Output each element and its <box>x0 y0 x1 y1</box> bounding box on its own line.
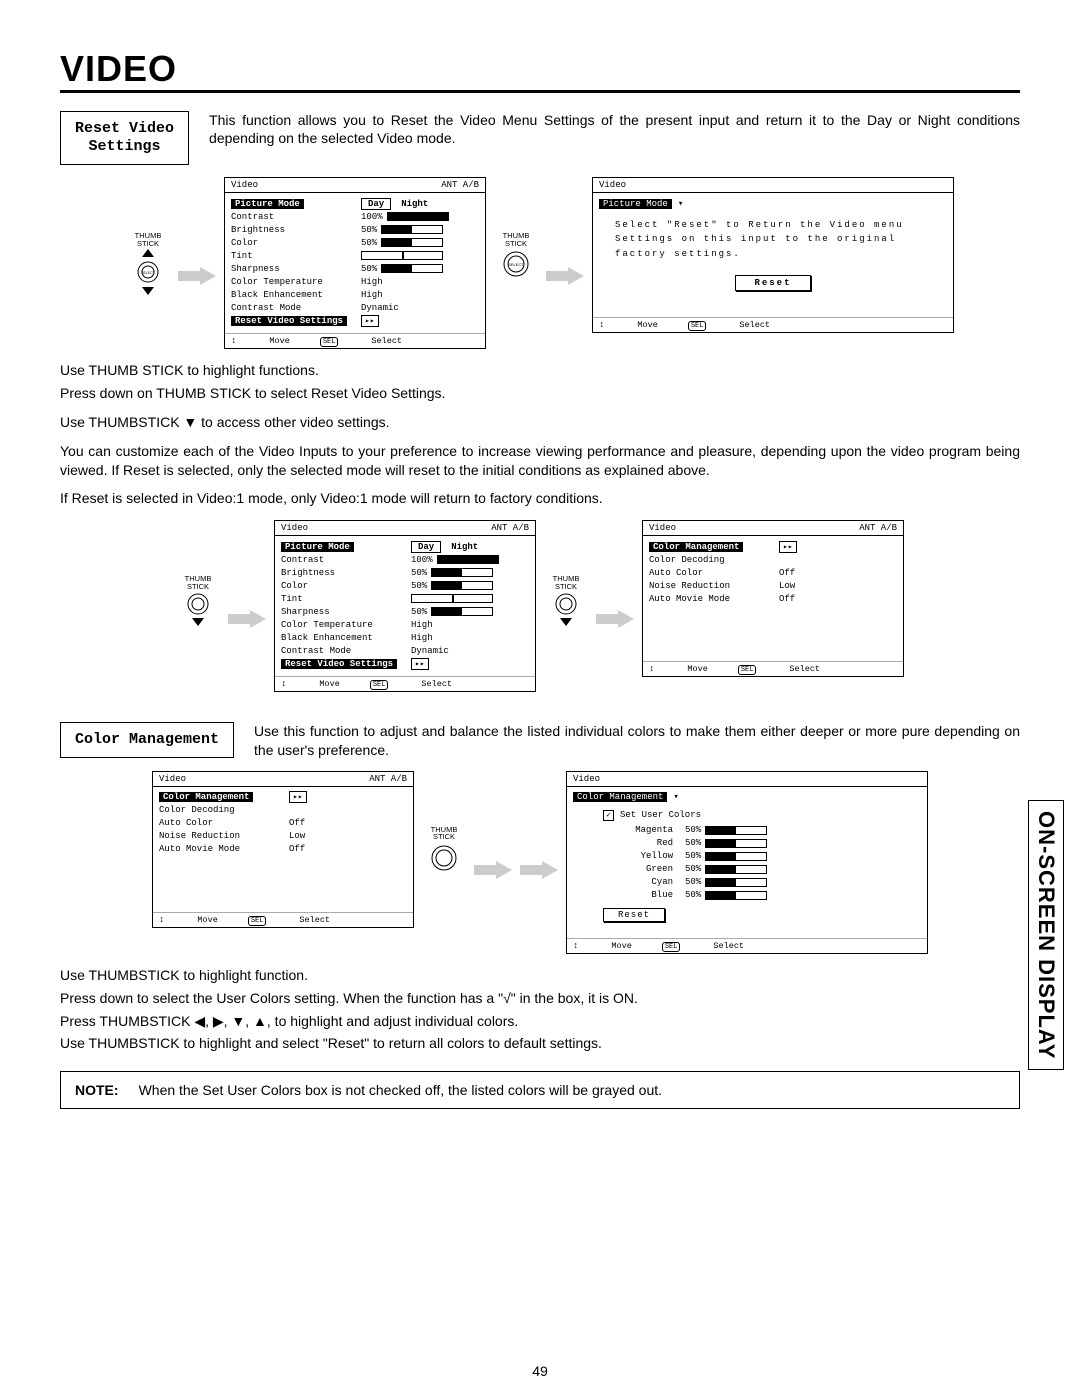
osd-user-colors: Video Color Management▾ ✓Set User Colors… <box>566 771 928 954</box>
instruction-text: Use THUMBSTICK to highlight function. <box>60 966 1020 985</box>
reset-video-settings-tab: Reset Video Settings <box>60 111 189 165</box>
osd-color-menu-1: VideoANT A/BColor Management▸▸Color Deco… <box>642 520 904 677</box>
reset-button[interactable]: Reset <box>735 275 810 291</box>
osd-reset-confirm: Video Picture Mode▾ Select "Reset" to Re… <box>592 177 954 333</box>
diagram-row-1: THUMB STICK SELECT VideoANT A/BPicture M… <box>60 177 1020 349</box>
svg-text:SELECT: SELECT <box>508 262 524 267</box>
page-title: VIDEO <box>60 48 1020 93</box>
thumbstick-down-icon: THUMB STICK <box>544 575 588 626</box>
thumbstick-select-icon: THUMB STICK SELECT <box>494 232 538 279</box>
thumbstick-icon: THUMB STICK SELECT <box>126 232 170 295</box>
diagram-row-2: THUMB STICK VideoANT A/BPicture ModeDayN… <box>60 520 1020 692</box>
instruction-text: You can customize each of the Video Inpu… <box>60 442 1020 480</box>
osd-video-menu-2: VideoANT A/BPicture ModeDayNightContrast… <box>274 520 536 692</box>
osd-video-menu-1: VideoANT A/BPicture ModeDayNightContrast… <box>224 177 486 349</box>
color-management-tab: Color Management <box>60 722 234 758</box>
instruction-text: Use THUMB STICK to highlight functions. <box>60 361 1020 380</box>
diagram-row-3: VideoANT A/BColor Management▸▸Color Deco… <box>60 771 1020 954</box>
instruction-text: Press down to select the User Colors set… <box>60 989 1020 1008</box>
side-tab-label: ON-SCREEN DISPLAY <box>1028 800 1064 1070</box>
reset-video-intro: This function allows you to Reset the Vi… <box>209 111 1020 147</box>
instruction-text: If Reset is selected in Video:1 mode, on… <box>60 489 1020 508</box>
set-user-colors-checkbox[interactable]: ✓ <box>603 810 614 821</box>
color-management-intro: Use this function to adjust and balance … <box>254 722 1020 758</box>
svg-text:SELECT: SELECT <box>141 271 155 275</box>
instruction-text: Press THUMBSTICK ◀, ▶, ▼, ▲, to highligh… <box>60 1012 1020 1031</box>
instruction-text: Press down on THUMB STICK to select Rese… <box>60 384 1020 403</box>
note-box: NOTE: When the Set User Colors box is no… <box>60 1071 1020 1109</box>
instruction-text: Use THUMBSTICK ▼ to access other video s… <box>60 413 1020 432</box>
instruction-text: Use THUMBSTICK to highlight and select "… <box>60 1034 1020 1053</box>
page-number: 49 <box>0 1363 1080 1379</box>
reset-colors-button[interactable]: Reset <box>603 908 665 922</box>
thumbstick-down-icon: THUMB STICK <box>176 575 220 626</box>
thumbstick-select-icon: THUMB STICK <box>422 826 466 873</box>
osd-color-menu-2: VideoANT A/BColor Management▸▸Color Deco… <box>152 771 414 928</box>
